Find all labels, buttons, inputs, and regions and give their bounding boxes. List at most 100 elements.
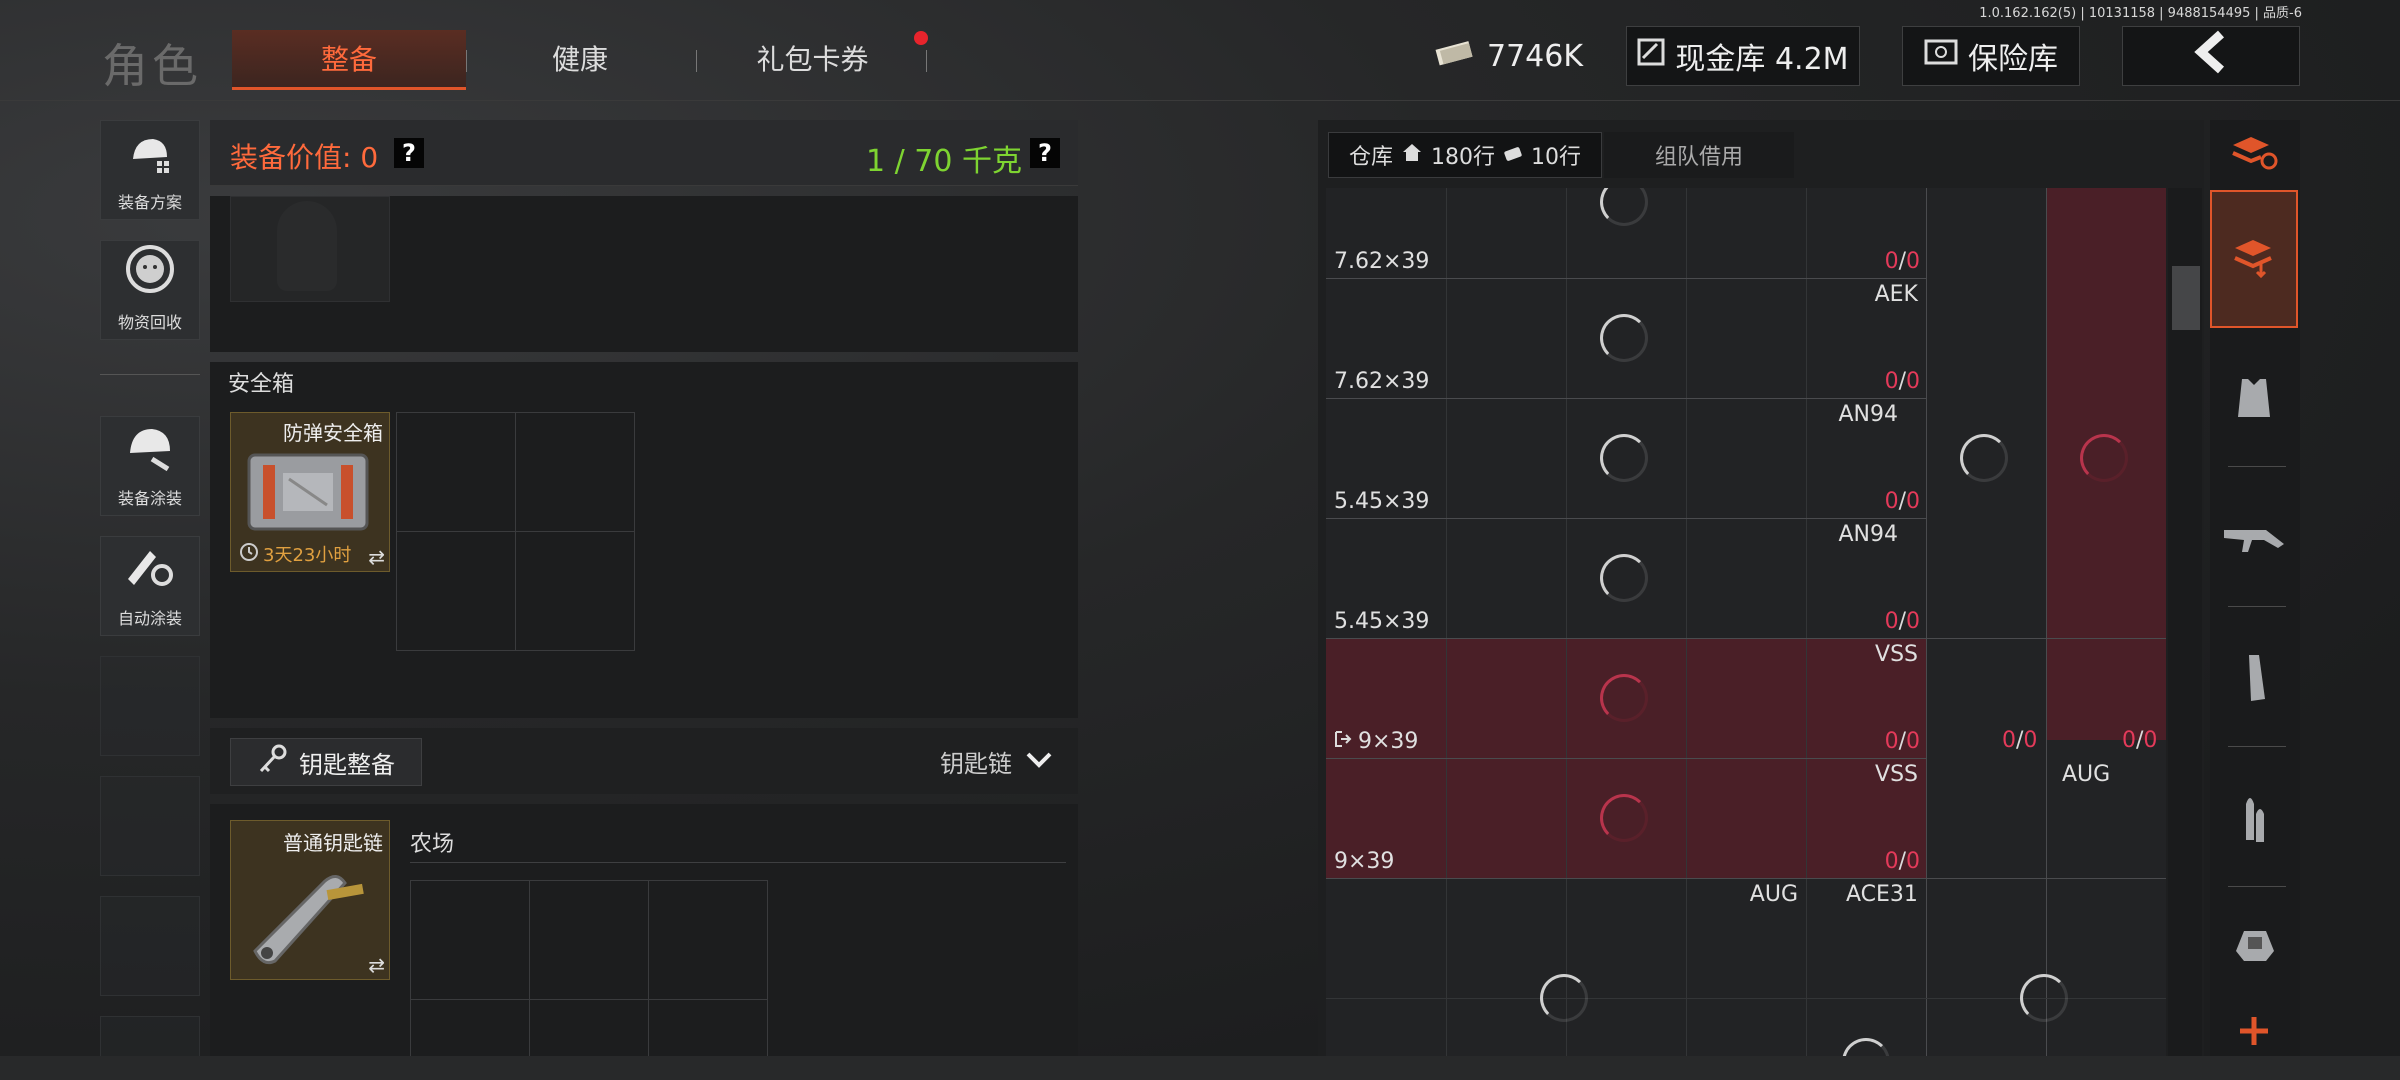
category-separator [2228, 746, 2286, 747]
safe-vault-button[interactable]: 保险库 [1902, 26, 2080, 86]
weapon-label: AN94 [1838, 522, 1898, 547]
category-separator [2228, 886, 2286, 887]
weapon-slot[interactable]: AN94 5.45×39 0/0 [1326, 518, 1926, 638]
keychain-item[interactable]: 普通钥匙链 ⇄ [230, 820, 390, 980]
key-equip-button[interactable]: 钥匙整备 [230, 738, 422, 786]
tab-health[interactable]: 健康 [470, 30, 690, 90]
category-magazine[interactable] [2210, 610, 2298, 750]
keychain-dropdown[interactable]: 钥匙链 [940, 744, 1052, 779]
recycle-button[interactable]: 物资回收 [100, 240, 200, 340]
empty-slot [100, 776, 200, 876]
category-all[interactable] [2210, 190, 2298, 328]
warehouse-rows-extra: 10行 [1531, 145, 1582, 170]
ammo-label: 9×39 [1358, 729, 1419, 754]
ammo-count: 0/0 [1884, 489, 1920, 514]
cash-vault-button[interactable]: 现金库 4.2M [1626, 26, 1860, 86]
back-button[interactable] [2122, 26, 2300, 86]
loading-icon [1600, 674, 1648, 722]
ticket-icon [1503, 143, 1523, 168]
key-slot[interactable] [410, 880, 530, 1000]
key-equip-label: 钥匙整备 [299, 750, 395, 779]
refresh-button[interactable] [2210, 120, 2298, 190]
team-borrow-label: 组队借用 [1654, 145, 1743, 170]
warehouse-tab[interactable]: 仓库 180行 10行 [1328, 132, 1602, 178]
ammo-icon [2236, 790, 2272, 850]
loading-icon [2080, 434, 2128, 482]
safe-case-icon [243, 449, 373, 539]
tab-equip[interactable]: 整备 [232, 30, 466, 90]
empty-slot [100, 896, 200, 996]
category-vest[interactable] [2210, 330, 2298, 470]
money-display: 7746K [1428, 26, 1588, 86]
weapon-slot[interactable]: AUG [1326, 878, 1806, 1080]
tab-equip-label: 整备 [320, 43, 377, 76]
weapon-slot[interactable]: VSS 9×39 0/0 [1326, 638, 1926, 758]
helmet-paint-icon [122, 419, 178, 485]
ammo-count: 0/0 [2002, 728, 2038, 753]
ammo-label-row: 9×39 [1334, 729, 1418, 754]
loading-icon [2020, 974, 2068, 1022]
top-equip-panel [210, 196, 1078, 352]
ammo-label: 5.45×39 [1334, 489, 1430, 514]
equipment-header: 装备价值: 0 ? 1 / 70 千克 ? [210, 120, 1078, 186]
refresh-stack-icon [2229, 133, 2279, 177]
auto-paint-label: 自动涂装 [117, 609, 182, 628]
recycle-icon [120, 239, 180, 309]
warehouse-tab-label: 仓库 [1349, 145, 1394, 170]
key-slot[interactable] [529, 880, 649, 1000]
safe-icon [1924, 38, 1958, 74]
weapon-label: ACE31 [1846, 882, 1918, 907]
tab-separator [696, 50, 697, 72]
ammo-count: 0/0 [1884, 369, 1920, 394]
key-slot[interactable] [648, 880, 768, 1000]
empty-slot [100, 656, 200, 756]
safe-box-timer-text: 3天23小时 [263, 545, 352, 566]
value-help-button[interactable]: ? [394, 138, 424, 168]
auto-paint-icon [122, 539, 178, 605]
tab-gift[interactable]: 礼包卡券 [700, 30, 925, 90]
equip-paint-button[interactable]: 装备涂装 [100, 416, 200, 516]
team-borrow-tab[interactable]: 组队借用 [1604, 132, 1794, 178]
category-ammo[interactable] [2210, 750, 2298, 890]
loading-icon [1960, 434, 2008, 482]
loading-icon [1600, 554, 1648, 602]
category-separator [2228, 466, 2286, 467]
weapon-slot[interactable]: AEK 7.62×39 0/0 [1326, 278, 1926, 398]
tab-separator [466, 50, 467, 72]
safe-box-slot[interactable] [515, 412, 635, 532]
auto-paint-button[interactable]: 自动涂装 [100, 536, 200, 636]
ammo-count: 0/0 [2122, 728, 2158, 753]
keychain-panel: 普通钥匙链 ⇄ 农场 [210, 804, 1078, 1080]
location-divider [410, 862, 1066, 863]
swap-icon[interactable]: ⇄ [368, 953, 385, 977]
safe-box-item-name: 防弹安全箱 [283, 421, 383, 445]
key-icon [255, 743, 289, 781]
safe-box-item[interactable]: 防弹安全箱 3天23小时 ⇄ [230, 412, 390, 572]
scrollbar[interactable] [2168, 188, 2202, 1080]
export-icon [1334, 729, 1352, 754]
category-attachment[interactable] [2210, 890, 2298, 1000]
safe-box-slot[interactable] [396, 412, 516, 532]
weapon-label: VSS [1875, 642, 1918, 667]
weapon-slot[interactable]: 7.62×39 0/0 [1326, 188, 1926, 278]
weapon-slot[interactable]: AN94 5.45×39 0/0 [1326, 398, 1926, 518]
ammo-count: 0/0 [1884, 249, 1920, 274]
equipment-slot[interactable] [230, 196, 390, 302]
safe-box-slot[interactable] [396, 531, 516, 651]
page-title: 角色 [102, 39, 202, 93]
bottom-bar [0, 1056, 2400, 1080]
scrollbar-thumb[interactable] [2172, 266, 2200, 330]
swap-icon[interactable]: ⇄ [368, 545, 385, 569]
weapon-slot[interactable]: ACE31 [1806, 878, 1926, 1080]
back-arrow-icon [2191, 30, 2231, 82]
safe-box-slot[interactable] [515, 531, 635, 651]
weapon-slot[interactable]: VSS 9×39 0/0 [1326, 758, 1926, 878]
loadout-plan-button[interactable]: 装备方案 [100, 120, 200, 220]
weight-help-button[interactable]: ? [1030, 138, 1060, 168]
recycle-label: 物资回收 [117, 313, 182, 332]
grid-line [2046, 188, 2047, 1080]
notification-dot [914, 31, 928, 45]
category-rifle[interactable] [2210, 470, 2298, 610]
ammo-count: 0/0 [1884, 729, 1920, 754]
weapon-label: AUG [1749, 882, 1798, 907]
